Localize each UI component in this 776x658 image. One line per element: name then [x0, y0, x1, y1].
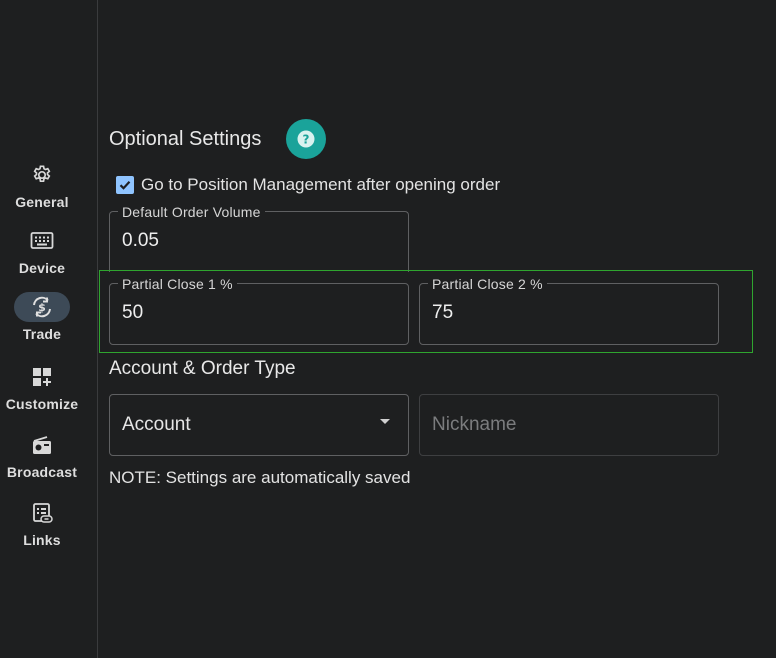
nav-rail: General Device $ Trade Customize Broadca… [0, 0, 98, 658]
nav-label-links: Links [23, 532, 61, 548]
keyboard-icon [14, 226, 70, 256]
partial-close-2-field[interactable]: Partial Close 2 % 75 [419, 276, 719, 345]
default-order-volume-value[interactable]: 0.05 [122, 230, 159, 252]
nav-item-device[interactable]: Device [0, 226, 84, 276]
account-select[interactable]: Account [109, 394, 409, 456]
link-list-icon [14, 498, 70, 528]
currency-exchange-icon: $ [14, 292, 70, 322]
partial-close-2-label: Partial Close 2 % [428, 276, 547, 292]
account-select-value: Account [122, 414, 191, 435]
account-order-type-title: Account & Order Type [109, 358, 296, 379]
position-management-checkbox-row[interactable]: Go to Position Management after opening … [116, 175, 500, 195]
partial-close-1-value[interactable]: 50 [122, 302, 143, 324]
nickname-input[interactable] [432, 413, 702, 437]
chevron-down-icon [380, 419, 390, 424]
nickname-field[interactable] [419, 394, 719, 456]
checkbox-label: Go to Position Management after opening … [141, 175, 501, 194]
default-order-volume-field[interactable]: Default Order Volume 0.05 [109, 204, 409, 272]
autosave-note: NOTE: Settings are automatically saved [109, 468, 411, 487]
partial-close-1-label: Partial Close 1 % [118, 276, 237, 292]
help-icon: ? [297, 130, 315, 148]
optional-settings-title: Optional Settings [109, 128, 262, 150]
default-order-volume-label: Default Order Volume [118, 204, 265, 220]
nav-label-device: Device [18, 260, 66, 276]
help-button[interactable]: ? [286, 119, 326, 159]
nav-item-trade[interactable]: $ Trade [0, 292, 84, 342]
nav-label-broadcast: Broadcast [6, 464, 78, 480]
nav-label-general: General [15, 194, 69, 210]
svg-text:?: ? [303, 133, 310, 147]
radio-icon [14, 430, 70, 460]
nav-label-customize: Customize [5, 396, 79, 412]
checkbox-checked-icon[interactable] [116, 176, 134, 194]
partial-close-1-field[interactable]: Partial Close 1 % 50 [109, 276, 409, 345]
nav-item-customize[interactable]: Customize [0, 362, 84, 412]
nav-item-general[interactable]: General [0, 160, 84, 210]
svg-text:$: $ [38, 301, 46, 314]
nav-item-broadcast[interactable]: Broadcast [0, 430, 84, 480]
nav-item-links[interactable]: Links [0, 498, 84, 548]
gear-icon [14, 160, 70, 190]
partial-close-2-value[interactable]: 75 [432, 302, 453, 324]
nav-label-trade: Trade [22, 326, 62, 342]
dashboard-add-icon [14, 362, 70, 392]
